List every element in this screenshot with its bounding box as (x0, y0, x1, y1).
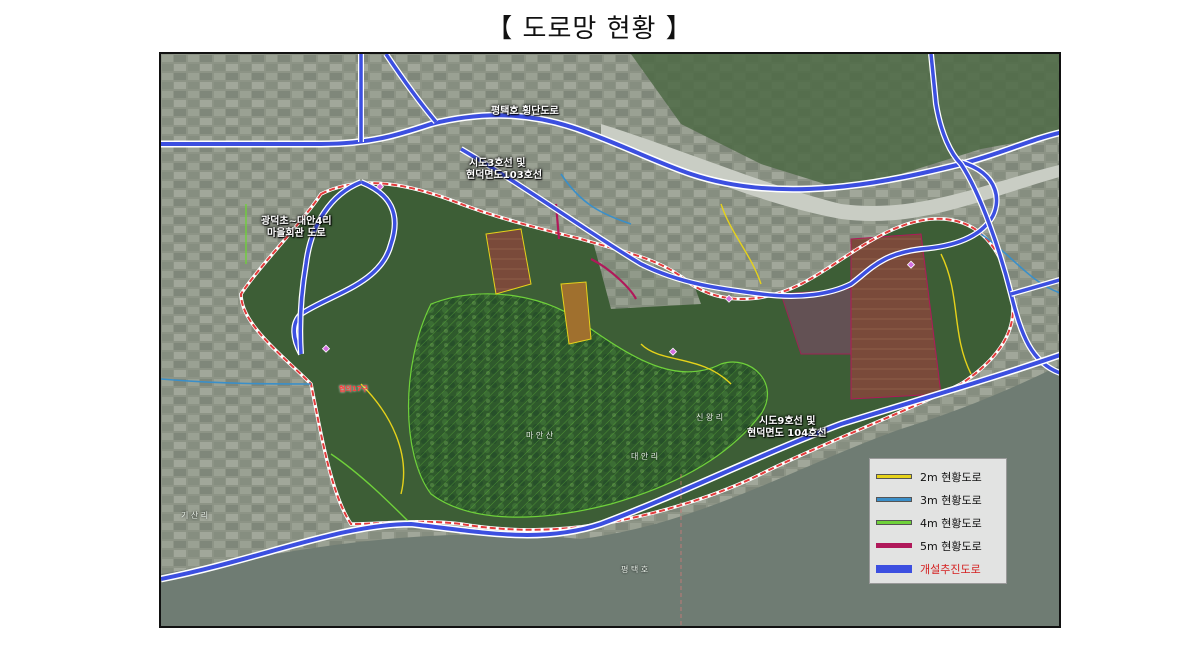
pyeongtaek-crossing-road-label: 평택호 횡단도로 (491, 106, 559, 117)
gwangdeok-road-label-line1: 광덕초~대안4리 (261, 216, 332, 227)
legend-row-planned: 개설추진도로 (876, 557, 1000, 580)
legend-swatch-4m (876, 520, 912, 525)
pyeongtaek-ho-label: 평 택 호 (621, 565, 649, 574)
legend-swatch-5m (876, 543, 912, 548)
maansan-label: 마 안 산 (526, 431, 554, 440)
gisan-ri-label: 기 산 리 (181, 511, 209, 520)
sinwang-ri-label: 신 왕 리 (696, 413, 724, 422)
legend-swatch-planned (876, 564, 912, 573)
legend-swatch-3m (876, 497, 912, 502)
sido9-road-label-line1: 시도9호선 및 (759, 416, 816, 427)
legend-row-3m: 3m 현황도로 (876, 488, 1000, 511)
legend-row-2m: 2m 현황도로 (876, 465, 1000, 488)
daean-ri-label: 대 안 리 (631, 452, 659, 461)
sido9-road-label-line2: 현덕면도 104호선 (747, 428, 827, 439)
gwangdeok-road-label-line2: 마을회관 도로 (267, 228, 326, 239)
legend-label-5m: 5m 현황도로 (920, 539, 982, 553)
legend-label-planned: 개설추진도로 (920, 562, 981, 576)
map-legend: 2m 현황도로 3m 현황도로 4m 현황도로 5m 현황도로 개설추진도로 (869, 458, 1007, 584)
legend-label-2m: 2m 현황도로 (920, 470, 982, 484)
road-network-map[interactable]: 평택호 횡단도로 시도3호선 및 현덕면도103호선 광덕초~대안4리 마을회관… (159, 52, 1061, 628)
legend-row-5m: 5m 현황도로 (876, 534, 1000, 557)
zone-red-label: 협의17구 (339, 385, 369, 393)
page-title: 【 도로망 현황 】 (486, 14, 693, 44)
legend-label-3m: 3m 현황도로 (920, 493, 982, 507)
legend-row-4m: 4m 현황도로 (876, 511, 1000, 534)
legend-swatch-2m (876, 474, 912, 479)
sido3-road-label-line1: 시도3호선 및 (469, 158, 526, 169)
sido3-road-label-line2: 현덕면도103호선 (466, 170, 543, 181)
legend-label-4m: 4m 현황도로 (920, 516, 982, 530)
